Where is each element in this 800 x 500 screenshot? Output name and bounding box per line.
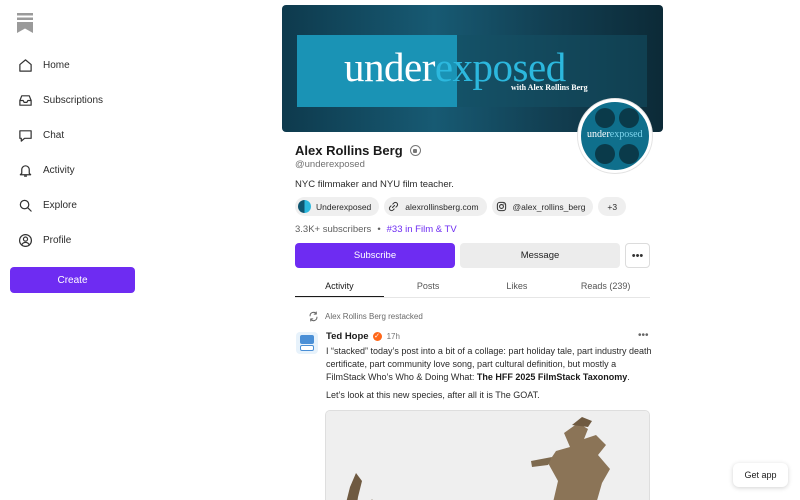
post-image[interactable] — [325, 410, 650, 500]
restack-icon — [309, 311, 318, 322]
avatar-logo-text: underexposed — [587, 129, 643, 140]
profile-name-row: Alex Rollins Berg — [295, 143, 421, 158]
separator: • — [377, 224, 381, 235]
profile-avatar[interactable]: underexposed — [578, 99, 652, 173]
restack-text: Alex Rollins Berg restacked — [325, 312, 423, 321]
tab-posts[interactable]: Posts — [384, 274, 473, 297]
tab-activity[interactable]: Activity — [295, 274, 384, 297]
banner-subtitle: with Alex Rollins Berg — [511, 83, 588, 92]
post-header: Ted Hope ✓ 17h — [326, 331, 400, 342]
sidebar-item-label: Subscriptions — [43, 94, 104, 106]
profile-name: Alex Rollins Berg — [295, 143, 403, 158]
badge-icon[interactable] — [409, 145, 421, 156]
post-body: I “stacked” today’s post into a bit of a… — [326, 346, 652, 382]
sidebar-item-label: Profile — [43, 234, 72, 246]
more-options-button[interactable]: ••• — [625, 243, 650, 268]
instagram-icon — [495, 200, 508, 213]
sidebar-item-label: Explore — [43, 199, 77, 211]
restack-indicator: Alex Rollins Berg restacked — [308, 311, 423, 322]
sidebar-item-chat[interactable]: Chat — [16, 123, 64, 147]
profile-links: Underexposed alexrollinsberg.com @alex_r… — [295, 197, 627, 216]
create-button[interactable]: Create — [10, 267, 135, 293]
sidebar-item-explore[interactable]: Explore — [16, 193, 77, 217]
sidebar-item-label: Chat — [43, 129, 65, 141]
post-author-avatar[interactable] — [296, 332, 318, 354]
tab-reads[interactable]: Reads (239) — [561, 274, 650, 297]
post-more-button[interactable]: ••• — [638, 330, 649, 341]
profile-stats: 3.3K+ subscribers • #33 in Film & TV — [295, 224, 457, 235]
post-author-name[interactable]: Ted Hope — [326, 331, 369, 342]
sidebar-item-activity[interactable]: Activity — [16, 158, 75, 182]
category-rank-link[interactable]: #33 in Film & TV — [387, 224, 457, 235]
profile-bio: NYC filmmaker and NYU film teacher. — [295, 179, 454, 190]
post-timestamp[interactable]: 17h — [387, 332, 400, 341]
chip-more-links[interactable]: +3 — [598, 197, 627, 216]
sidebar-item-subscriptions[interactable]: Subscriptions — [16, 88, 103, 112]
verified-icon: ✓ — [372, 332, 382, 341]
sidebar-item-profile[interactable]: Profile — [16, 228, 71, 252]
subscribe-button[interactable]: Subscribe — [295, 243, 455, 268]
chip-website[interactable]: alexrollinsberg.com — [384, 197, 487, 216]
chip-instagram[interactable]: @alex_rollins_berg — [491, 197, 594, 216]
inbox-icon — [16, 91, 34, 109]
chat-icon — [16, 126, 34, 144]
get-app-button[interactable]: Get app — [733, 463, 788, 487]
sculpture-image — [326, 411, 649, 500]
subscriber-count: 3.3K+ subscribers — [295, 224, 372, 235]
sidebar-item-home[interactable]: Home — [16, 53, 70, 77]
link-icon — [387, 200, 400, 213]
chip-publication[interactable]: Underexposed — [295, 197, 380, 216]
sidebar-item-label: Activity — [43, 164, 75, 176]
more-icon: ••• — [631, 249, 644, 262]
substack-logo-icon[interactable] — [17, 13, 33, 33]
bell-icon — [16, 161, 34, 179]
home-icon — [16, 56, 34, 74]
message-button[interactable]: Message — [460, 243, 620, 268]
post-body-line: Let’s look at this new species, after al… — [326, 390, 540, 400]
sidebar: Home Subscriptions Chat Activity Explore… — [0, 0, 150, 500]
publication-logo-icon — [298, 200, 311, 213]
profile-tabs: Activity Posts Likes Reads (239) — [295, 274, 650, 298]
profile-handle: @underexposed — [295, 159, 365, 170]
post-link[interactable]: The HFF 2025 FilmStack Taxonomy — [477, 372, 627, 382]
sidebar-item-label: Home — [43, 59, 70, 71]
tab-likes[interactable]: Likes — [473, 274, 562, 297]
user-icon — [16, 231, 34, 249]
search-icon — [16, 196, 34, 214]
